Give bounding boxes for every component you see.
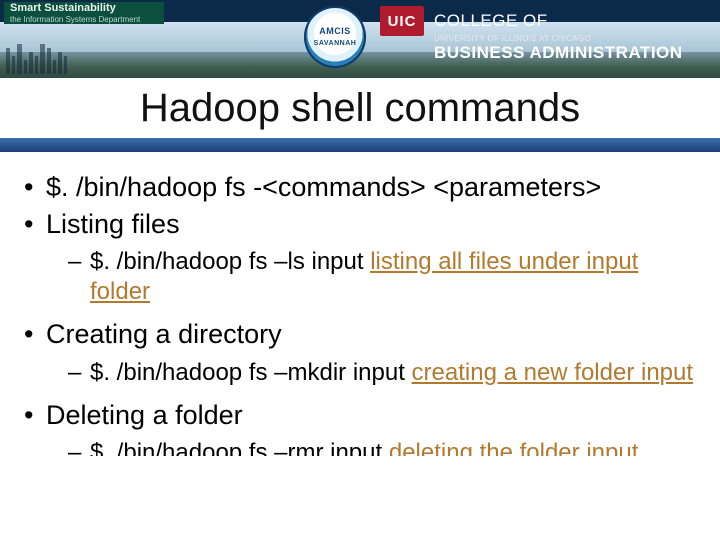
sustainability-badge: Smart Sustainability the Information Sys… bbox=[4, 2, 164, 24]
bullet-usage-text: $. /bin/hadoop fs -<commands> <parameter… bbox=[46, 172, 601, 202]
bullet-creating: Creating a directory $. /bin/hadoop fs –… bbox=[22, 317, 698, 388]
bullet-deleting-text: Deleting a folder bbox=[46, 400, 243, 430]
sub-listing: $. /bin/hadoop fs –ls input listing all … bbox=[46, 247, 698, 307]
slide-root: Smart Sustainability the Information Sys… bbox=[0, 0, 720, 540]
sub-deleting: $. /bin/hadoop fs –rmr input deleting th… bbox=[46, 438, 698, 456]
banner-skyline bbox=[6, 44, 67, 74]
sub-creating-cmd: $. /bin/hadoop fs –mkdir input bbox=[90, 359, 412, 386]
bullet-deleting: Deleting a folder $. /bin/hadoop fs –rmr… bbox=[22, 398, 698, 457]
bullet-usage: $. /bin/hadoop fs -<commands> <parameter… bbox=[22, 170, 698, 205]
amcis-logo-top: AMCIS bbox=[304, 26, 366, 36]
bullet-listing-text: Listing files bbox=[46, 209, 180, 239]
title-underline-bar bbox=[0, 138, 720, 152]
amcis-logo-bottom: SAVANNAH bbox=[304, 40, 366, 47]
sub-listing-cmd: $. /bin/hadoop fs –ls input bbox=[90, 248, 370, 275]
uic-logo-block: UIC COLLEGE OF UNIVERSITY OF ILLINOIS AT… bbox=[380, 6, 710, 63]
amcis-logo: AMCIS SAVANNAH bbox=[304, 6, 366, 68]
uic-subtitle: UNIVERSITY OF ILLINOIS AT CHICAGO bbox=[434, 34, 710, 43]
sub-deleting-cmd: $. /bin/hadoop fs –rmr input bbox=[90, 439, 389, 456]
badge-subtitle: the Information Systems Department bbox=[10, 14, 158, 25]
sub-creating-desc: creating a new folder input bbox=[412, 359, 694, 386]
sub-creating: $. /bin/hadoop fs –mkdir input creating … bbox=[46, 358, 698, 388]
sub-deleting-desc: deleting the folder input bbox=[389, 439, 639, 456]
header-banner: Smart Sustainability the Information Sys… bbox=[0, 0, 720, 78]
bullet-listing: Listing files $. /bin/hadoop fs –ls inpu… bbox=[22, 207, 698, 308]
badge-title: Smart Sustainability bbox=[10, 3, 158, 14]
uic-business-admin: BUSINESS ADMINISTRATION bbox=[434, 43, 710, 63]
slide-body: $. /bin/hadoop fs -<commands> <parameter… bbox=[0, 152, 720, 456]
uic-mark: UIC bbox=[380, 6, 424, 36]
uic-college-of: COLLEGE OF bbox=[434, 11, 548, 31]
slide-title: Hadoop shell commands bbox=[0, 86, 720, 131]
bullet-creating-text: Creating a directory bbox=[46, 319, 282, 349]
title-area: Hadoop shell commands bbox=[0, 78, 720, 152]
